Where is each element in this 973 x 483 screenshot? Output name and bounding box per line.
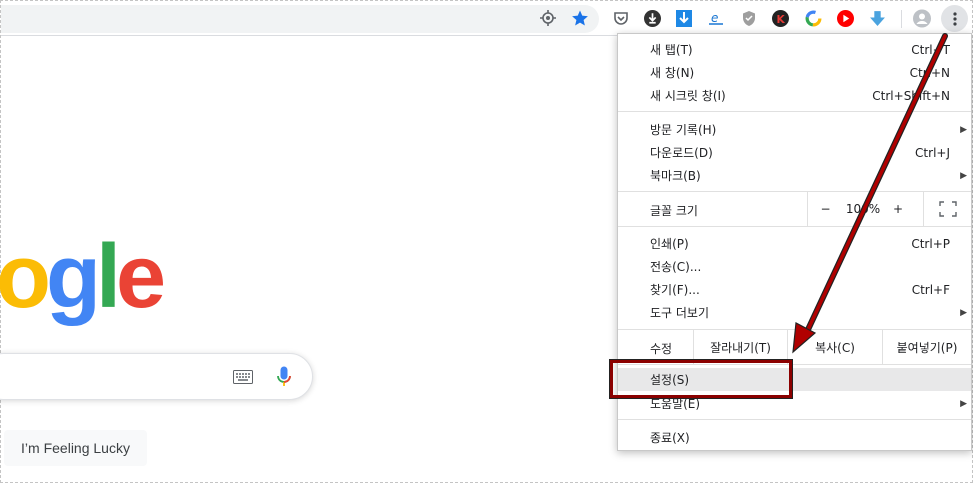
menu-item-cast[interactable]: 전송(C)... bbox=[618, 255, 971, 278]
submenu-arrow-icon: ▶ bbox=[960, 170, 967, 181]
k-icon[interactable]: K bbox=[771, 9, 789, 27]
copy-button[interactable]: 복사(C) bbox=[787, 330, 882, 364]
svg-text:e: e bbox=[711, 11, 718, 25]
menu-item-incognito[interactable]: 새 시크릿 창(I) Ctrl+Shift+N bbox=[618, 84, 971, 107]
paste-button[interactable]: 붙여넣기(P) bbox=[882, 330, 971, 364]
menu-item-find[interactable]: 찾기(F)... Ctrl+F bbox=[618, 278, 971, 301]
menu-item-print[interactable]: 인쇄(P) Ctrl+P bbox=[618, 232, 971, 255]
download-arrow-icon[interactable] bbox=[675, 9, 693, 27]
google-logo: ogle bbox=[0, 227, 166, 327]
menu-item-history[interactable]: 방문 기록(H) ▶ bbox=[618, 118, 971, 141]
fullscreen-icon bbox=[938, 201, 957, 217]
extension-e-icon[interactable]: e bbox=[707, 9, 725, 27]
edit-label: 수정 bbox=[650, 342, 673, 356]
shield-icon[interactable] bbox=[740, 9, 758, 27]
down-arrow-icon[interactable] bbox=[868, 9, 886, 27]
google-c-icon[interactable] bbox=[804, 9, 822, 27]
zoom-level: 100% bbox=[845, 202, 881, 216]
submenu-arrow-icon: ▶ bbox=[960, 398, 967, 409]
microphone-icon[interactable] bbox=[276, 366, 292, 392]
fullscreen-button[interactable] bbox=[923, 192, 971, 226]
profile-icon[interactable] bbox=[913, 9, 931, 27]
search-input[interactable] bbox=[0, 353, 313, 400]
zoom-label: 글꼴 크기 bbox=[650, 204, 698, 218]
download-circle-icon[interactable] bbox=[643, 9, 661, 27]
keyboard-icon[interactable] bbox=[233, 369, 253, 388]
zoom-out-button[interactable]: − bbox=[807, 192, 843, 226]
menu-separator bbox=[618, 226, 971, 227]
settings-highlight-box bbox=[609, 359, 793, 399]
menu-zoom-row: 글꼴 크기 − 100% + bbox=[618, 192, 971, 226]
zoom-in-button[interactable]: + bbox=[883, 192, 913, 226]
menu-item-exit[interactable]: 종료(X) bbox=[618, 426, 971, 449]
browser-toolbar: e K bbox=[1, 1, 972, 36]
menu-separator bbox=[618, 419, 971, 420]
submenu-arrow-icon: ▶ bbox=[960, 124, 967, 135]
feeling-lucky-button[interactable]: I’m Feeling Lucky bbox=[4, 430, 147, 466]
location-icon[interactable] bbox=[539, 9, 557, 27]
menu-item-bookmarks[interactable]: 북마크(B) ▶ bbox=[618, 164, 971, 187]
cut-button[interactable]: 잘라내기(T) bbox=[693, 330, 787, 364]
youtube-icon[interactable] bbox=[836, 9, 854, 27]
address-bar[interactable] bbox=[1, 5, 599, 33]
menu-item-new-tab[interactable]: 새 탭(T) Ctrl+T bbox=[618, 38, 971, 61]
toolbar-separator bbox=[901, 10, 902, 28]
svg-text:K: K bbox=[776, 12, 785, 25]
menu-item-downloads[interactable]: 다운로드(D) Ctrl+J bbox=[618, 141, 971, 164]
menu-item-new-window[interactable]: 새 창(N) Ctrl+N bbox=[618, 61, 971, 84]
pocket-icon[interactable] bbox=[612, 9, 630, 27]
submenu-arrow-icon: ▶ bbox=[960, 307, 967, 318]
star-icon[interactable] bbox=[571, 9, 589, 27]
menu-edit-row: 수정 잘라내기(T) 복사(C) 붙여넣기(P) bbox=[618, 330, 971, 364]
menu-item-more-tools[interactable]: 도구 더보기 ▶ bbox=[618, 301, 971, 324]
menu-icon[interactable] bbox=[941, 5, 968, 32]
menu-separator bbox=[618, 111, 971, 112]
